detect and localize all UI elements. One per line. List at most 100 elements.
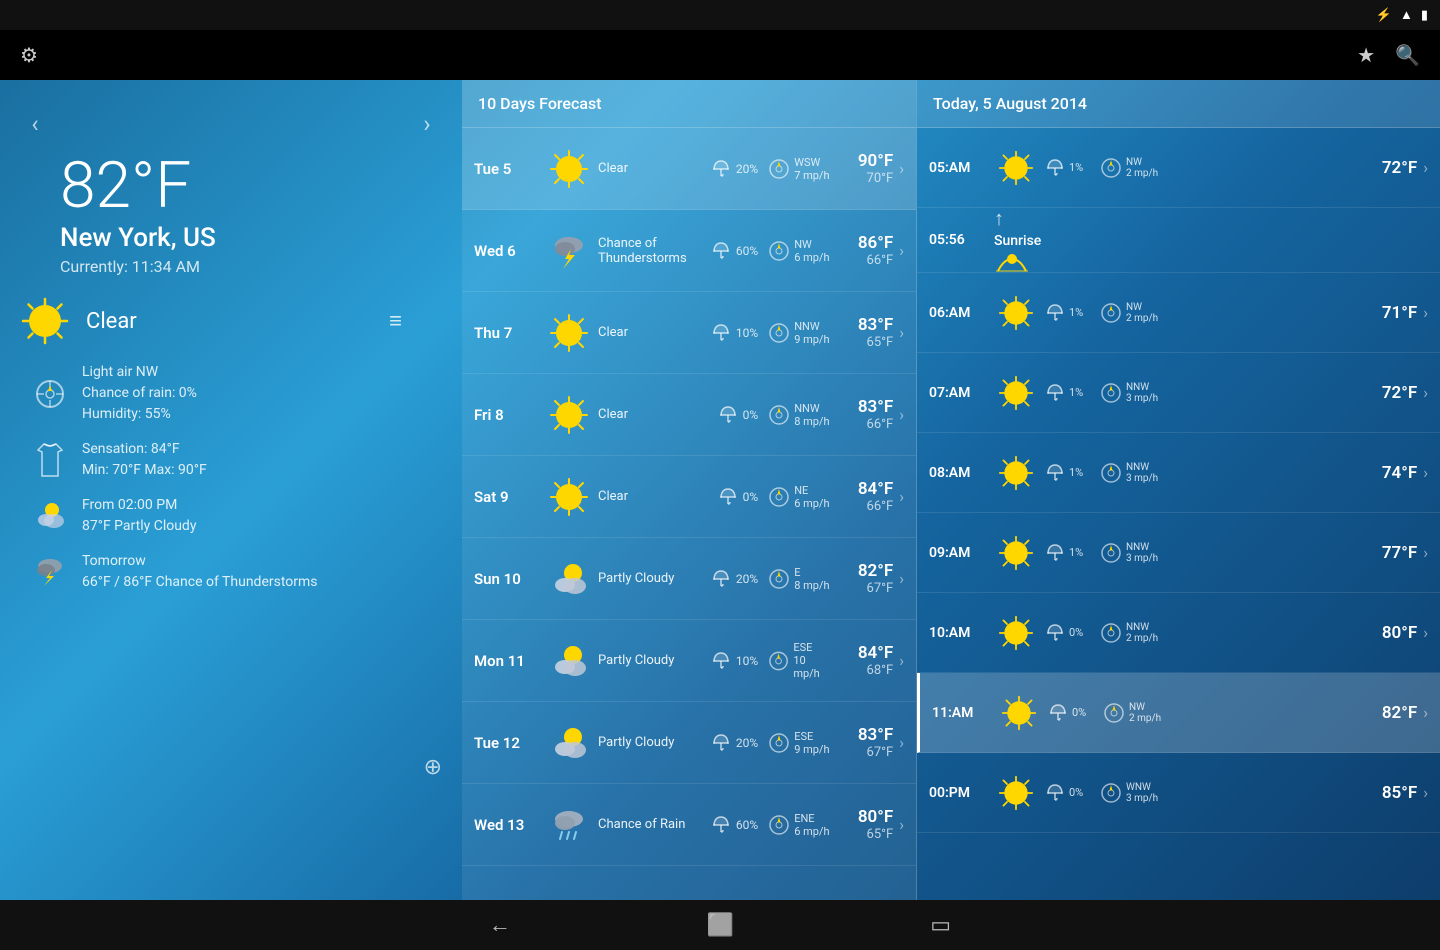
forecast-condition: Partly Cloudy: [598, 653, 710, 668]
sunrise-row: 05:56 ↑ Sunrise: [917, 208, 1440, 273]
today-list: 05:AM 1% NW2 m: [917, 128, 1440, 833]
back-button[interactable]: ←: [481, 904, 519, 946]
forecast-day-label: Thu 7: [474, 324, 544, 342]
hour-chevron: ›: [1423, 383, 1428, 402]
forecast-rain: 60%: [710, 240, 758, 262]
forecast-chevron: ›: [899, 651, 904, 670]
forecast-condition: Clear: [598, 325, 710, 340]
hour-rain: 1%: [1044, 157, 1094, 179]
forecast-temps: 83°F 65°F: [833, 315, 893, 350]
forecast-condition: Chance of Thunderstorms: [598, 236, 710, 266]
hour-chevron: ›: [1423, 463, 1428, 482]
hour-temp: 71°F: [1357, 303, 1417, 323]
recents-button[interactable]: ▭: [922, 905, 959, 946]
forecast-temps: 82°F 67°F: [833, 561, 893, 596]
sunrise-time-label: 05:56: [929, 232, 994, 248]
hour-rain: 0%: [1047, 702, 1097, 724]
forecast-row[interactable]: Thu 7 Clear 10% NNW9 mp/h: [462, 292, 916, 374]
nav-arrows: ‹ ›: [20, 110, 442, 138]
hour-chevron: ›: [1423, 783, 1428, 802]
search-button[interactable]: 🔍: [1395, 43, 1420, 67]
hour-label: 07:AM: [929, 385, 994, 401]
settings-button[interactable]: ⚙: [20, 43, 38, 67]
hour-weather-icon: [994, 531, 1038, 575]
hourly-row[interactable]: 07:AM 1% NNW3: [917, 353, 1440, 433]
forecast-chevron: ›: [899, 569, 904, 588]
storm-icon: [30, 552, 70, 592]
forecast-row[interactable]: Fri 8 Clear 0% NNW8 mp/h: [462, 374, 916, 456]
forecast-rain: 0%: [717, 404, 759, 426]
forecast-wind: NW6 mp/h: [768, 238, 833, 264]
upcoming1-row: From 02:00 PM 87°F Partly Cloudy: [30, 495, 442, 537]
sunrise-content: ↑ Sunrise: [994, 206, 1041, 275]
hour-rain: 0%: [1044, 782, 1094, 804]
hourly-row[interactable]: 09:AM 1% NNW3: [917, 513, 1440, 593]
hourly-row[interactable]: 11:AM 0% NW2 m: [917, 673, 1440, 753]
forecast-temps: 84°F 68°F: [833, 643, 893, 678]
upcoming2-text: Tomorrow 66°F / 86°F Chance of Thunderst…: [82, 551, 318, 593]
forecast-rain: 20%: [710, 158, 758, 180]
forecast-row[interactable]: Sun 10 Partly Cloudy 20% E8 mp/h 82°F 6: [462, 538, 916, 620]
forecast-temps: 84°F 66°F: [833, 479, 893, 514]
next-city-button[interactable]: ›: [412, 110, 442, 138]
forecast-weather-icon: [544, 472, 594, 522]
hour-label: 08:AM: [929, 465, 994, 481]
hour-label: 05:AM: [929, 160, 994, 176]
globe-button[interactable]: ⊕: [424, 755, 442, 780]
forecast-weather-icon: [544, 554, 594, 604]
hour-label: 10:AM: [929, 625, 994, 641]
hour-wind: NNW3 mp/h: [1100, 462, 1357, 484]
forecast-row[interactable]: Sat 9 Clear 0% NE6 mp/h: [462, 456, 916, 538]
prev-city-button[interactable]: ‹: [20, 110, 50, 138]
hourly-row[interactable]: 05:AM 1% NW2 m: [917, 128, 1440, 208]
forecast-chevron: ›: [899, 487, 904, 506]
hour-weather-icon: [994, 451, 1038, 495]
sensation-text: Sensation: 84°F Min: 70°F Max: 90°F: [82, 439, 207, 481]
hour-label: 09:AM: [929, 545, 994, 561]
hourly-row[interactable]: 10:AM 0% NNW2: [917, 593, 1440, 673]
forecast-day-label: Sat 9: [474, 488, 544, 506]
forecast-row[interactable]: Mon 11 Partly Cloudy 10% ESE10 mp/h 84°F: [462, 620, 916, 702]
hour-wind: NNW3 mp/h: [1100, 382, 1357, 404]
home-button[interactable]: ⬜: [699, 905, 742, 946]
forecast-row[interactable]: Tue 5 Clear 20% WSW7 mp/h: [462, 128, 916, 210]
forecast-weather-icon: [544, 636, 594, 686]
current-time: Currently: 11:34 AM: [60, 257, 442, 276]
hour-rain: 1%: [1044, 382, 1094, 404]
forecast-temps: 80°F 65°F: [833, 807, 893, 842]
forecast-rain: 20%: [710, 732, 758, 754]
forecast-wind: NE6 mp/h: [768, 484, 833, 510]
hour-wind: NW2 mp/h: [1100, 157, 1357, 179]
forecast-wind: ESE10 mp/h: [768, 641, 833, 680]
toolbar-right: ★ 🔍: [1357, 43, 1420, 67]
upcoming1-text: From 02:00 PM 87°F Partly Cloudy: [82, 495, 196, 537]
condition-text: Clear: [86, 309, 137, 334]
forecast-list: Tue 5 Clear 20% WSW7 mp/h: [462, 128, 916, 866]
forecast-weather-icon: [544, 144, 594, 194]
forecast-condition: Partly Cloudy: [598, 571, 710, 586]
forecast-wind: E8 mp/h: [768, 566, 833, 592]
forecast-weather-icon: [544, 226, 594, 276]
sensation-detail-row: Sensation: 84°F Min: 70°F Max: 90°F: [30, 439, 442, 481]
hour-chevron: ›: [1423, 703, 1428, 722]
hourly-row[interactable]: 00:PM 0% WNW3: [917, 753, 1440, 833]
hour-temp: 85°F: [1357, 783, 1417, 803]
hourly-row[interactable]: 08:AM 1% NNW3: [917, 433, 1440, 513]
status-bar: ⚡ ▲ ▮: [0, 0, 1440, 30]
forecast-day-label: Tue 12: [474, 734, 544, 752]
star-button[interactable]: ★: [1357, 43, 1375, 67]
toolbar-left: ⚙: [20, 43, 38, 67]
forecast-row[interactable]: Wed 6 Chance of Thunderstorms 60% NW6 mp…: [462, 210, 916, 292]
forecast-day-label: Wed 6: [474, 242, 544, 260]
forecast-row[interactable]: Tue 12 Partly Cloudy 20% ESE9 mp/h 83°F: [462, 702, 916, 784]
list-view-button[interactable]: ≡: [389, 309, 402, 334]
forecast-condition: Chance of Rain: [598, 817, 710, 832]
hour-chevron: ›: [1423, 158, 1428, 177]
forecast-chevron: ›: [899, 241, 904, 260]
forecast-row[interactable]: Wed 13 Chance of Rain 60% ENE6 mp/h: [462, 784, 916, 866]
forecast-chevron: ›: [899, 159, 904, 178]
forecast-condition: Clear: [598, 407, 717, 422]
hour-temp: 82°F: [1357, 703, 1417, 723]
forecast-wind: NNW8 mp/h: [768, 402, 833, 428]
hourly-row[interactable]: 06:AM 1% NW2 m: [917, 273, 1440, 353]
